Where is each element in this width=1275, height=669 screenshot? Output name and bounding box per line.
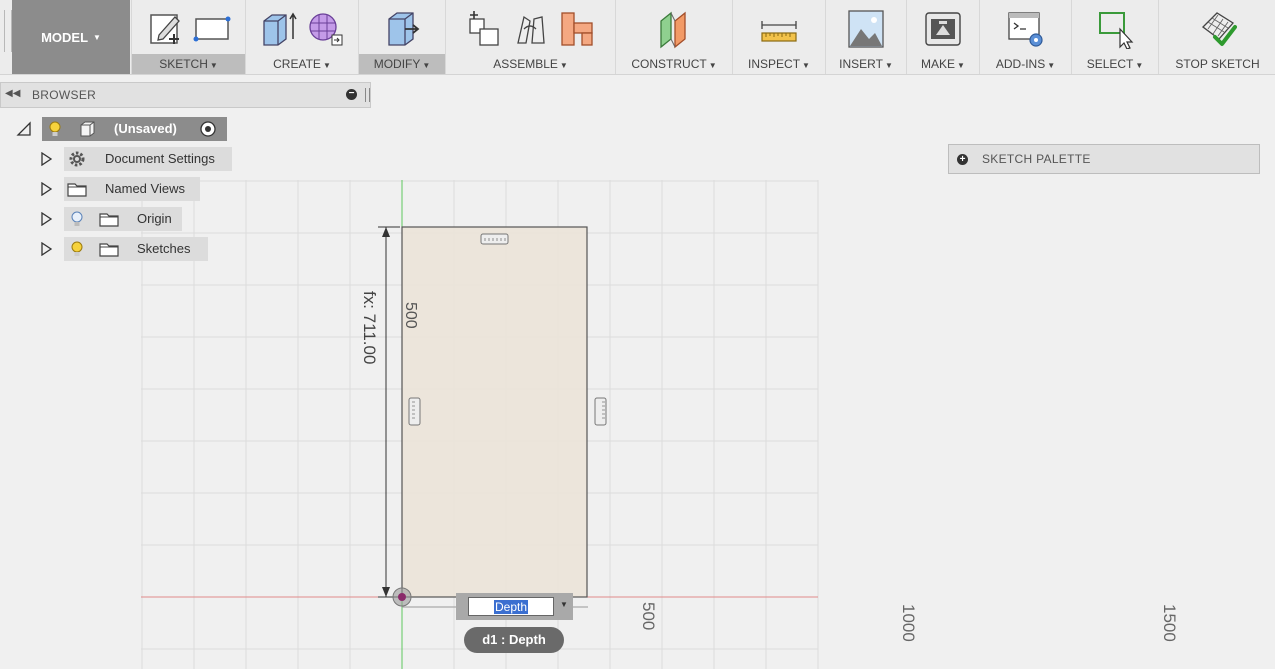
3d-print-icon[interactable] <box>924 9 962 49</box>
dimension-input-box: Depth ▼ <box>456 593 573 620</box>
activate-radio-icon[interactable] <box>200 121 216 137</box>
create-sketch-icon[interactable] <box>147 9 185 49</box>
origin-point-icon[interactable] <box>392 587 412 607</box>
inspect-menu[interactable]: INSPECT ▼ <box>733 54 825 74</box>
construct-menu[interactable]: CONSTRUCT ▼ <box>616 54 732 74</box>
dimension-tooltip: d1 : Depth <box>464 627 564 653</box>
toolbar-grip[interactable] <box>4 10 12 52</box>
form-icon[interactable] <box>306 9 344 49</box>
toolbar: MODEL ▼ SKETCH ▼ CREATE ▼ MODIFY ▼ ASSEM… <box>0 0 1275 75</box>
expand-triangle-icon[interactable] <box>40 152 52 166</box>
insert-image-icon[interactable] <box>847 9 885 49</box>
inner-dimension-label[interactable]: 500 <box>402 302 419 329</box>
folder-icon <box>99 213 119 227</box>
construct-group: CONSTRUCT ▼ <box>615 0 732 74</box>
press-pull-icon[interactable] <box>383 9 421 49</box>
insert-group: INSERT ▼ <box>825 0 906 74</box>
as-built-joint-icon[interactable] <box>558 9 596 49</box>
workspace-label: MODEL <box>41 29 89 45</box>
minimize-icon[interactable]: − <box>346 89 357 100</box>
vertical-constraint-icon[interactable] <box>408 397 421 426</box>
collapse-triangle-icon[interactable] <box>16 121 32 137</box>
browser-item-named-views[interactable]: Named Views <box>38 177 202 201</box>
scripts-addins-icon[interactable] <box>1007 9 1045 49</box>
axis-label: 1500 <box>1160 604 1179 642</box>
rectangle-icon[interactable] <box>193 9 231 49</box>
sketch-group: SKETCH ▼ <box>131 0 245 74</box>
stop-sketch-group: STOP SKETCH <box>1158 0 1275 74</box>
root-label: (Unsaved) <box>114 121 177 136</box>
add-ins-menu[interactable]: ADD-INS ▼ <box>980 54 1071 74</box>
sketch-palette-header[interactable]: + SKETCH PALETTE <box>948 144 1260 174</box>
expand-triangle-icon[interactable] <box>40 182 52 196</box>
select-icon[interactable] <box>1096 9 1134 49</box>
vertical-constraint-icon[interactable] <box>594 397 607 426</box>
offset-plane-icon[interactable] <box>655 9 693 49</box>
vertical-dimension[interactable] <box>378 226 400 598</box>
sketch-menu[interactable]: SKETCH ▼ <box>132 54 245 74</box>
joint-icon[interactable] <box>512 9 550 49</box>
select-menu[interactable]: SELECT ▼ <box>1072 54 1158 74</box>
select-group: SELECT ▼ <box>1071 0 1158 74</box>
chevron-down-icon: ▼ <box>93 32 101 42</box>
assemble-menu[interactable]: ASSEMBLE ▼ <box>446 54 615 74</box>
sketch-rectangle[interactable] <box>401 226 588 598</box>
folder-icon <box>99 243 119 257</box>
lightbulb-icon[interactable] <box>48 121 62 137</box>
add-ins-group: ADD-INS ▼ <box>979 0 1071 74</box>
chevron-down-icon[interactable]: ▼ <box>560 600 568 609</box>
workspace-switcher-button[interactable]: MODEL ▼ <box>12 0 130 74</box>
make-group: MAKE ▼ <box>906 0 979 74</box>
browser-title: BROWSER <box>32 88 97 102</box>
browser-header[interactable]: ◀◀ BROWSER − <box>0 82 371 108</box>
assemble-group: ASSEMBLE ▼ <box>445 0 615 74</box>
make-menu[interactable]: MAKE ▼ <box>907 54 979 74</box>
browser-item-label: Sketches <box>137 241 191 256</box>
browser-item-origin[interactable]: Origin <box>38 207 184 231</box>
dimension-value-selection: Depth <box>494 600 529 614</box>
new-component-icon[interactable] <box>466 9 504 49</box>
dimension-value-input[interactable]: Depth <box>468 597 554 616</box>
measure-icon[interactable] <box>760 9 798 49</box>
collapse-panel-icon[interactable]: ◀◀ <box>5 88 20 99</box>
insert-menu[interactable]: INSERT ▼ <box>826 54 906 74</box>
vertical-dimension-label[interactable]: fx: 711.00 <box>360 291 379 364</box>
browser-item-label: Document Settings <box>105 151 215 166</box>
extrude-icon[interactable] <box>260 9 298 49</box>
gear-icon <box>69 151 85 167</box>
modify-menu[interactable]: MODIFY ▼ <box>359 54 445 74</box>
pin-icon[interactable] <box>365 88 370 102</box>
horizontal-constraint-icon[interactable] <box>480 233 509 245</box>
stop-sketch-icon[interactable] <box>1199 9 1237 49</box>
browser-root[interactable]: (Unsaved) <box>16 117 228 141</box>
axis-label: 500 <box>639 602 658 630</box>
browser-item-label: Named Views <box>105 181 185 196</box>
expand-triangle-icon[interactable] <box>40 242 52 256</box>
create-group: CREATE ▼ <box>245 0 358 74</box>
lightbulb-icon[interactable] <box>70 241 84 257</box>
browser-item-document-settings[interactable]: Document Settings <box>38 147 232 171</box>
lightbulb-off-icon[interactable] <box>70 211 84 227</box>
inspect-group: INSPECT ▼ <box>732 0 825 74</box>
expand-plus-icon[interactable]: + <box>957 154 968 165</box>
folder-icon <box>67 183 87 197</box>
stop-sketch-button[interactable]: STOP SKETCH <box>1159 54 1275 74</box>
modify-group: MODIFY ▼ <box>358 0 445 74</box>
sketch-palette-title: SKETCH PALETTE <box>982 152 1091 166</box>
expand-triangle-icon[interactable] <box>40 212 52 226</box>
axis-label: 1000 <box>899 604 918 642</box>
browser-item-sketches[interactable]: Sketches <box>38 237 210 261</box>
browser-item-label: Origin <box>137 211 172 226</box>
create-menu[interactable]: CREATE ▼ <box>246 54 358 74</box>
document-component-icon <box>80 121 95 137</box>
